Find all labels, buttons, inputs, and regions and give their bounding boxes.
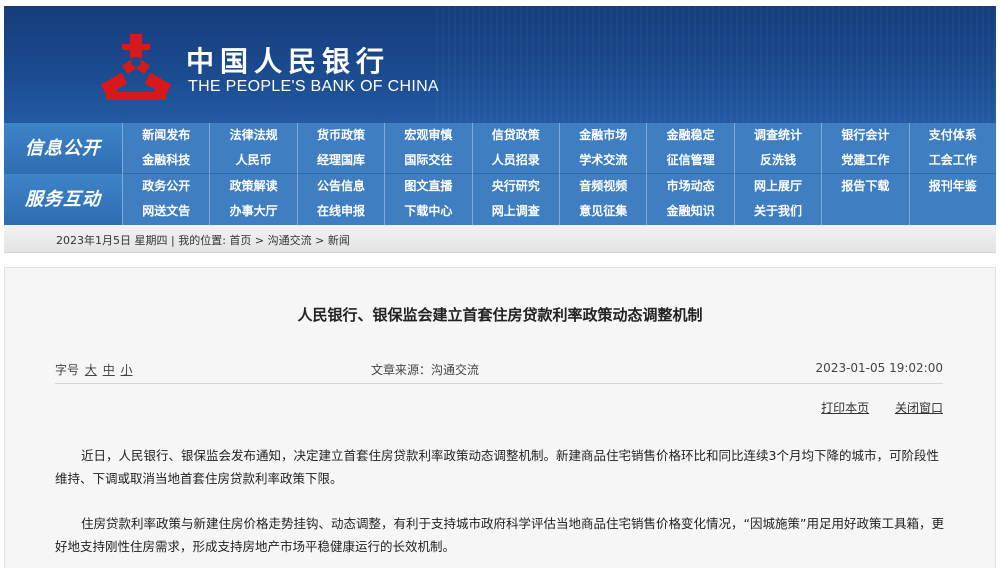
main-nav: 信息公开 新闻发布 法律法规 货币政策 宏观审慎 信贷政策 金融市场 金融稳定 …	[4, 123, 996, 225]
article-tools: 打印本页 关闭窗口	[799, 399, 943, 416]
nav-item-international[interactable]: 国际交往	[384, 148, 471, 174]
nav-item-report-download[interactable]: 报告下载	[821, 174, 908, 199]
nav-item-academic[interactable]: 学术交流	[559, 148, 646, 174]
nav-group-title: 服务互动	[4, 174, 122, 225]
breadcrumb-separator: >	[315, 234, 325, 247]
header-pattern	[436, 6, 996, 123]
nav-item-financial-knowledge[interactable]: 金融知识	[646, 199, 733, 225]
nav-row-service-interaction: 服务互动 政务公开 政策解读 公告信息 图文直播 央行研究 音频视频 市场动态 …	[4, 174, 996, 225]
nav-item-party-building[interactable]: 党建工作	[821, 148, 908, 174]
nav-item-union[interactable]: 工会工作	[908, 148, 996, 174]
nav-item-payment-system[interactable]: 支付体系	[908, 123, 996, 148]
nav-item-monetary-policy[interactable]: 货币政策	[296, 123, 384, 148]
article-title: 人民银行、银保监会建立首套住房贷款利率政策动态调整机制	[297, 306, 703, 324]
nav-item-credit-policy[interactable]: 信贷政策	[471, 123, 559, 148]
nav-item-documents[interactable]: 网送文告	[122, 199, 209, 225]
font-size-selector: 字号 大 中 小	[55, 361, 133, 378]
nav-item-laws[interactable]: 法律法规	[209, 123, 296, 148]
nav-item-feedback[interactable]: 意见征集	[559, 199, 646, 225]
nav-item-live-broadcast[interactable]: 图文直播	[384, 174, 471, 199]
nav-row-info-disclosure: 信息公开 新闻发布 法律法规 货币政策 宏观审慎 信贷政策 金融市场 金融稳定 …	[4, 123, 996, 174]
meta-divider	[55, 383, 943, 384]
breadcrumb-home-link[interactable]: 首页	[229, 234, 251, 247]
nav-item-service-hall[interactable]: 办事大厅	[209, 199, 296, 225]
breadcrumb-section-link[interactable]: 沟通交流	[268, 234, 312, 247]
brand-name-en: THE PEOPLE'S BANK OF CHINA	[188, 78, 439, 95]
nav-item-empty	[908, 199, 996, 225]
article-paragraph: 近日，人民银行、银保监会发布通知，决定建立首套住房贷款利率政策动态调整机制。新建…	[55, 448, 939, 486]
nav-item-statistics[interactable]: 调查统计	[733, 123, 821, 148]
nav-group-title: 信息公开	[4, 123, 122, 174]
nav-item-credit-reference[interactable]: 征信管理	[646, 148, 733, 174]
nav-items-grid: 政务公开 政策解读 公告信息 图文直播 央行研究 音频视频 市场动态 网上展厅 …	[122, 174, 996, 225]
article-paragraph: 住房贷款利率政策与新建住房价格走势挂钩、动态调整，有利于支持城市政府科学评估当地…	[55, 516, 944, 554]
breadcrumb: 2023年1月5日 星期四 | 我的位置: 首页 > 沟通交流 > 新闻	[56, 232, 350, 248]
nav-item-download-center[interactable]: 下载中心	[384, 199, 471, 225]
nav-item-rmb[interactable]: 人民币	[209, 148, 296, 174]
pboc-logo-icon[interactable]	[96, 32, 176, 106]
nav-item-audio-video[interactable]: 音频视频	[559, 174, 646, 199]
nav-items-grid: 新闻发布 法律法规 货币政策 宏观审慎 信贷政策 金融市场 金融稳定 调查统计 …	[122, 123, 996, 174]
current-date: 2023年1月5日 星期四	[56, 234, 168, 247]
nav-item-bank-accounting[interactable]: 银行会计	[821, 123, 908, 148]
nav-item-treasury[interactable]: 经理国库	[296, 148, 384, 174]
font-size-large-link[interactable]: 大	[85, 363, 97, 377]
nav-item-yearbook[interactable]: 报刊年鉴	[908, 174, 996, 199]
nav-item-anti-money-laundering[interactable]: 反洗钱	[733, 148, 821, 174]
article-panel: 人民银行、银保监会建立首套住房贷款利率政策动态调整机制 字号 大 中 小 文章来…	[4, 267, 996, 568]
site-header: 中国人民银行 THE PEOPLE'S BANK OF CHINA	[4, 6, 996, 123]
nav-item-policy-interpretation[interactable]: 政策解读	[209, 174, 296, 199]
brand-name-cn: 中国人民银行	[186, 45, 391, 78]
print-page-link[interactable]: 打印本页	[821, 401, 869, 415]
nav-item-announcements[interactable]: 公告信息	[296, 174, 384, 199]
breadcrumb-separator: >	[254, 234, 265, 247]
font-size-medium-link[interactable]: 中	[103, 363, 115, 377]
location-label: 我的位置:	[178, 234, 226, 247]
font-size-label: 字号	[55, 363, 80, 377]
nav-item-about-us[interactable]: 关于我们	[733, 199, 821, 225]
nav-item-financial-market[interactable]: 金融市场	[559, 123, 646, 148]
article-source: 文章来源：沟通交流	[371, 363, 480, 377]
close-window-link[interactable]: 关闭窗口	[895, 401, 943, 415]
nav-item-empty	[821, 199, 908, 225]
nav-item-online-survey[interactable]: 网上调查	[471, 199, 559, 225]
nav-item-government-affairs[interactable]: 政务公开	[122, 174, 209, 199]
nav-item-macro-prudential[interactable]: 宏观审慎	[384, 123, 471, 148]
nav-item-recruitment[interactable]: 人员招录	[471, 148, 559, 174]
article-datetime: 2023-01-05 19:02:00	[815, 361, 943, 375]
nav-item-fintech[interactable]: 金融科技	[122, 148, 209, 174]
breadcrumb-bar: 2023年1月5日 星期四 | 我的位置: 首页 > 沟通交流 > 新闻	[4, 225, 996, 253]
article-meta: 字号 大 中 小 文章来源：沟通交流 2023-01-05 19:02:00	[55, 361, 943, 379]
page: 中国人民银行 THE PEOPLE'S BANK OF CHINA 信息公开 新…	[0, 0, 1000, 568]
nav-item-market-dynamics[interactable]: 市场动态	[646, 174, 733, 199]
nav-item-news-release[interactable]: 新闻发布	[122, 123, 209, 148]
nav-item-financial-stability[interactable]: 金融稳定	[646, 123, 733, 148]
nav-item-online-exhibition[interactable]: 网上展厅	[733, 174, 821, 199]
nav-item-online-filing[interactable]: 在线申报	[296, 199, 384, 225]
font-size-small-link[interactable]: 小	[121, 363, 133, 377]
nav-item-research[interactable]: 央行研究	[471, 174, 559, 199]
breadcrumb-current-link[interactable]: 新闻	[328, 234, 350, 247]
